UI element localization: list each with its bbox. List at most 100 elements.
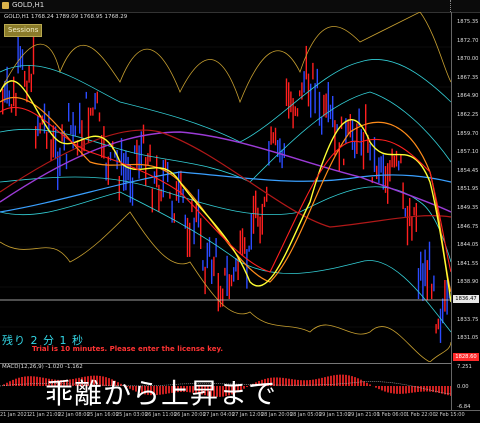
candle <box>433 276 434 292</box>
macd-bar <box>417 386 419 392</box>
macd-bar <box>345 375 347 386</box>
candle <box>86 92 87 99</box>
candle <box>215 238 216 257</box>
window-corner-divider <box>438 0 451 12</box>
candle <box>424 250 425 287</box>
candle <box>75 126 76 136</box>
candle <box>31 74 32 92</box>
candle <box>121 138 122 175</box>
candle <box>141 131 142 168</box>
macd-bar <box>426 386 428 392</box>
candle <box>233 267 234 281</box>
chart-window-icon <box>2 2 9 9</box>
candle <box>204 267 205 294</box>
price-tick: 1841.55 <box>457 261 478 267</box>
macd-bar <box>366 383 368 386</box>
candle <box>209 237 210 257</box>
price-tick: 1844.05 <box>457 242 478 248</box>
candle <box>235 258 236 272</box>
candle <box>427 260 428 300</box>
candle <box>273 132 274 143</box>
candle <box>174 213 175 223</box>
macd-bar <box>429 386 431 392</box>
candle <box>391 149 392 168</box>
price-tick: 1859.70 <box>457 131 478 137</box>
macd-bar <box>36 377 38 386</box>
candle <box>229 274 230 299</box>
candle <box>59 148 60 176</box>
candle <box>33 36 34 74</box>
candle <box>290 92 291 113</box>
price-tick: 1851.95 <box>457 186 478 192</box>
macd-bar <box>390 386 392 393</box>
candle <box>418 268 419 299</box>
macd-bar <box>411 386 413 393</box>
candle <box>409 198 410 226</box>
candle <box>440 309 441 343</box>
candle <box>398 161 399 171</box>
candle <box>308 74 309 107</box>
candle <box>281 150 282 169</box>
candle <box>321 117 322 135</box>
candle <box>44 104 45 134</box>
price-tick: 1833.75 <box>457 317 478 323</box>
time-tick: 1 Feb 22:00 <box>406 412 436 418</box>
candle <box>383 154 384 189</box>
candle <box>288 82 289 118</box>
candle <box>446 280 447 315</box>
macd-tick-zero: 0.00 <box>457 384 469 390</box>
candle <box>253 196 254 234</box>
candle <box>163 160 164 197</box>
candle <box>17 35 18 74</box>
current-price-label: 1836.47 <box>453 295 479 303</box>
candle <box>385 166 386 193</box>
candle <box>257 208 258 227</box>
price-tick: 1872.70 <box>457 38 478 44</box>
candle <box>341 117 342 129</box>
candle <box>156 155 157 187</box>
candle <box>402 182 403 209</box>
candle <box>380 156 381 172</box>
candle <box>53 125 54 157</box>
candle <box>407 206 408 245</box>
candle <box>79 103 80 134</box>
price-chart[interactable] <box>0 12 451 362</box>
price-tick: 1862.25 <box>457 112 478 118</box>
candle <box>70 125 71 134</box>
candle <box>143 125 144 144</box>
macd-bar <box>378 386 380 389</box>
candle <box>125 150 126 190</box>
candle <box>26 81 27 103</box>
macd-bar <box>384 386 386 392</box>
candle <box>259 217 260 244</box>
macd-bar <box>369 384 371 386</box>
candle <box>207 243 208 268</box>
sessions-button[interactable]: Sessions <box>4 24 42 37</box>
time-tick: 22 Jan 08:00 <box>58 412 90 418</box>
candle <box>354 142 355 159</box>
candle <box>275 128 276 145</box>
candle <box>202 260 203 271</box>
candle <box>246 249 247 289</box>
macd-bar <box>402 386 404 394</box>
price-axis[interactable] <box>451 12 480 410</box>
chart-window-title: GOLD,H1 <box>12 1 44 9</box>
candle <box>46 132 47 149</box>
candle <box>176 181 177 201</box>
candle <box>396 151 397 167</box>
candle <box>394 156 395 168</box>
macd-bar <box>396 386 398 394</box>
ma-orange-line <box>0 97 451 292</box>
macd-bar <box>420 386 422 392</box>
macd-bar <box>30 376 32 386</box>
candle <box>378 157 379 183</box>
candle <box>94 93 95 109</box>
candle <box>310 84 311 118</box>
macd-bar <box>354 377 356 386</box>
candle <box>264 197 265 207</box>
candle <box>262 204 263 235</box>
macd-bar <box>339 375 341 386</box>
candle <box>103 126 104 158</box>
candle <box>11 104 12 113</box>
candle <box>231 275 232 286</box>
